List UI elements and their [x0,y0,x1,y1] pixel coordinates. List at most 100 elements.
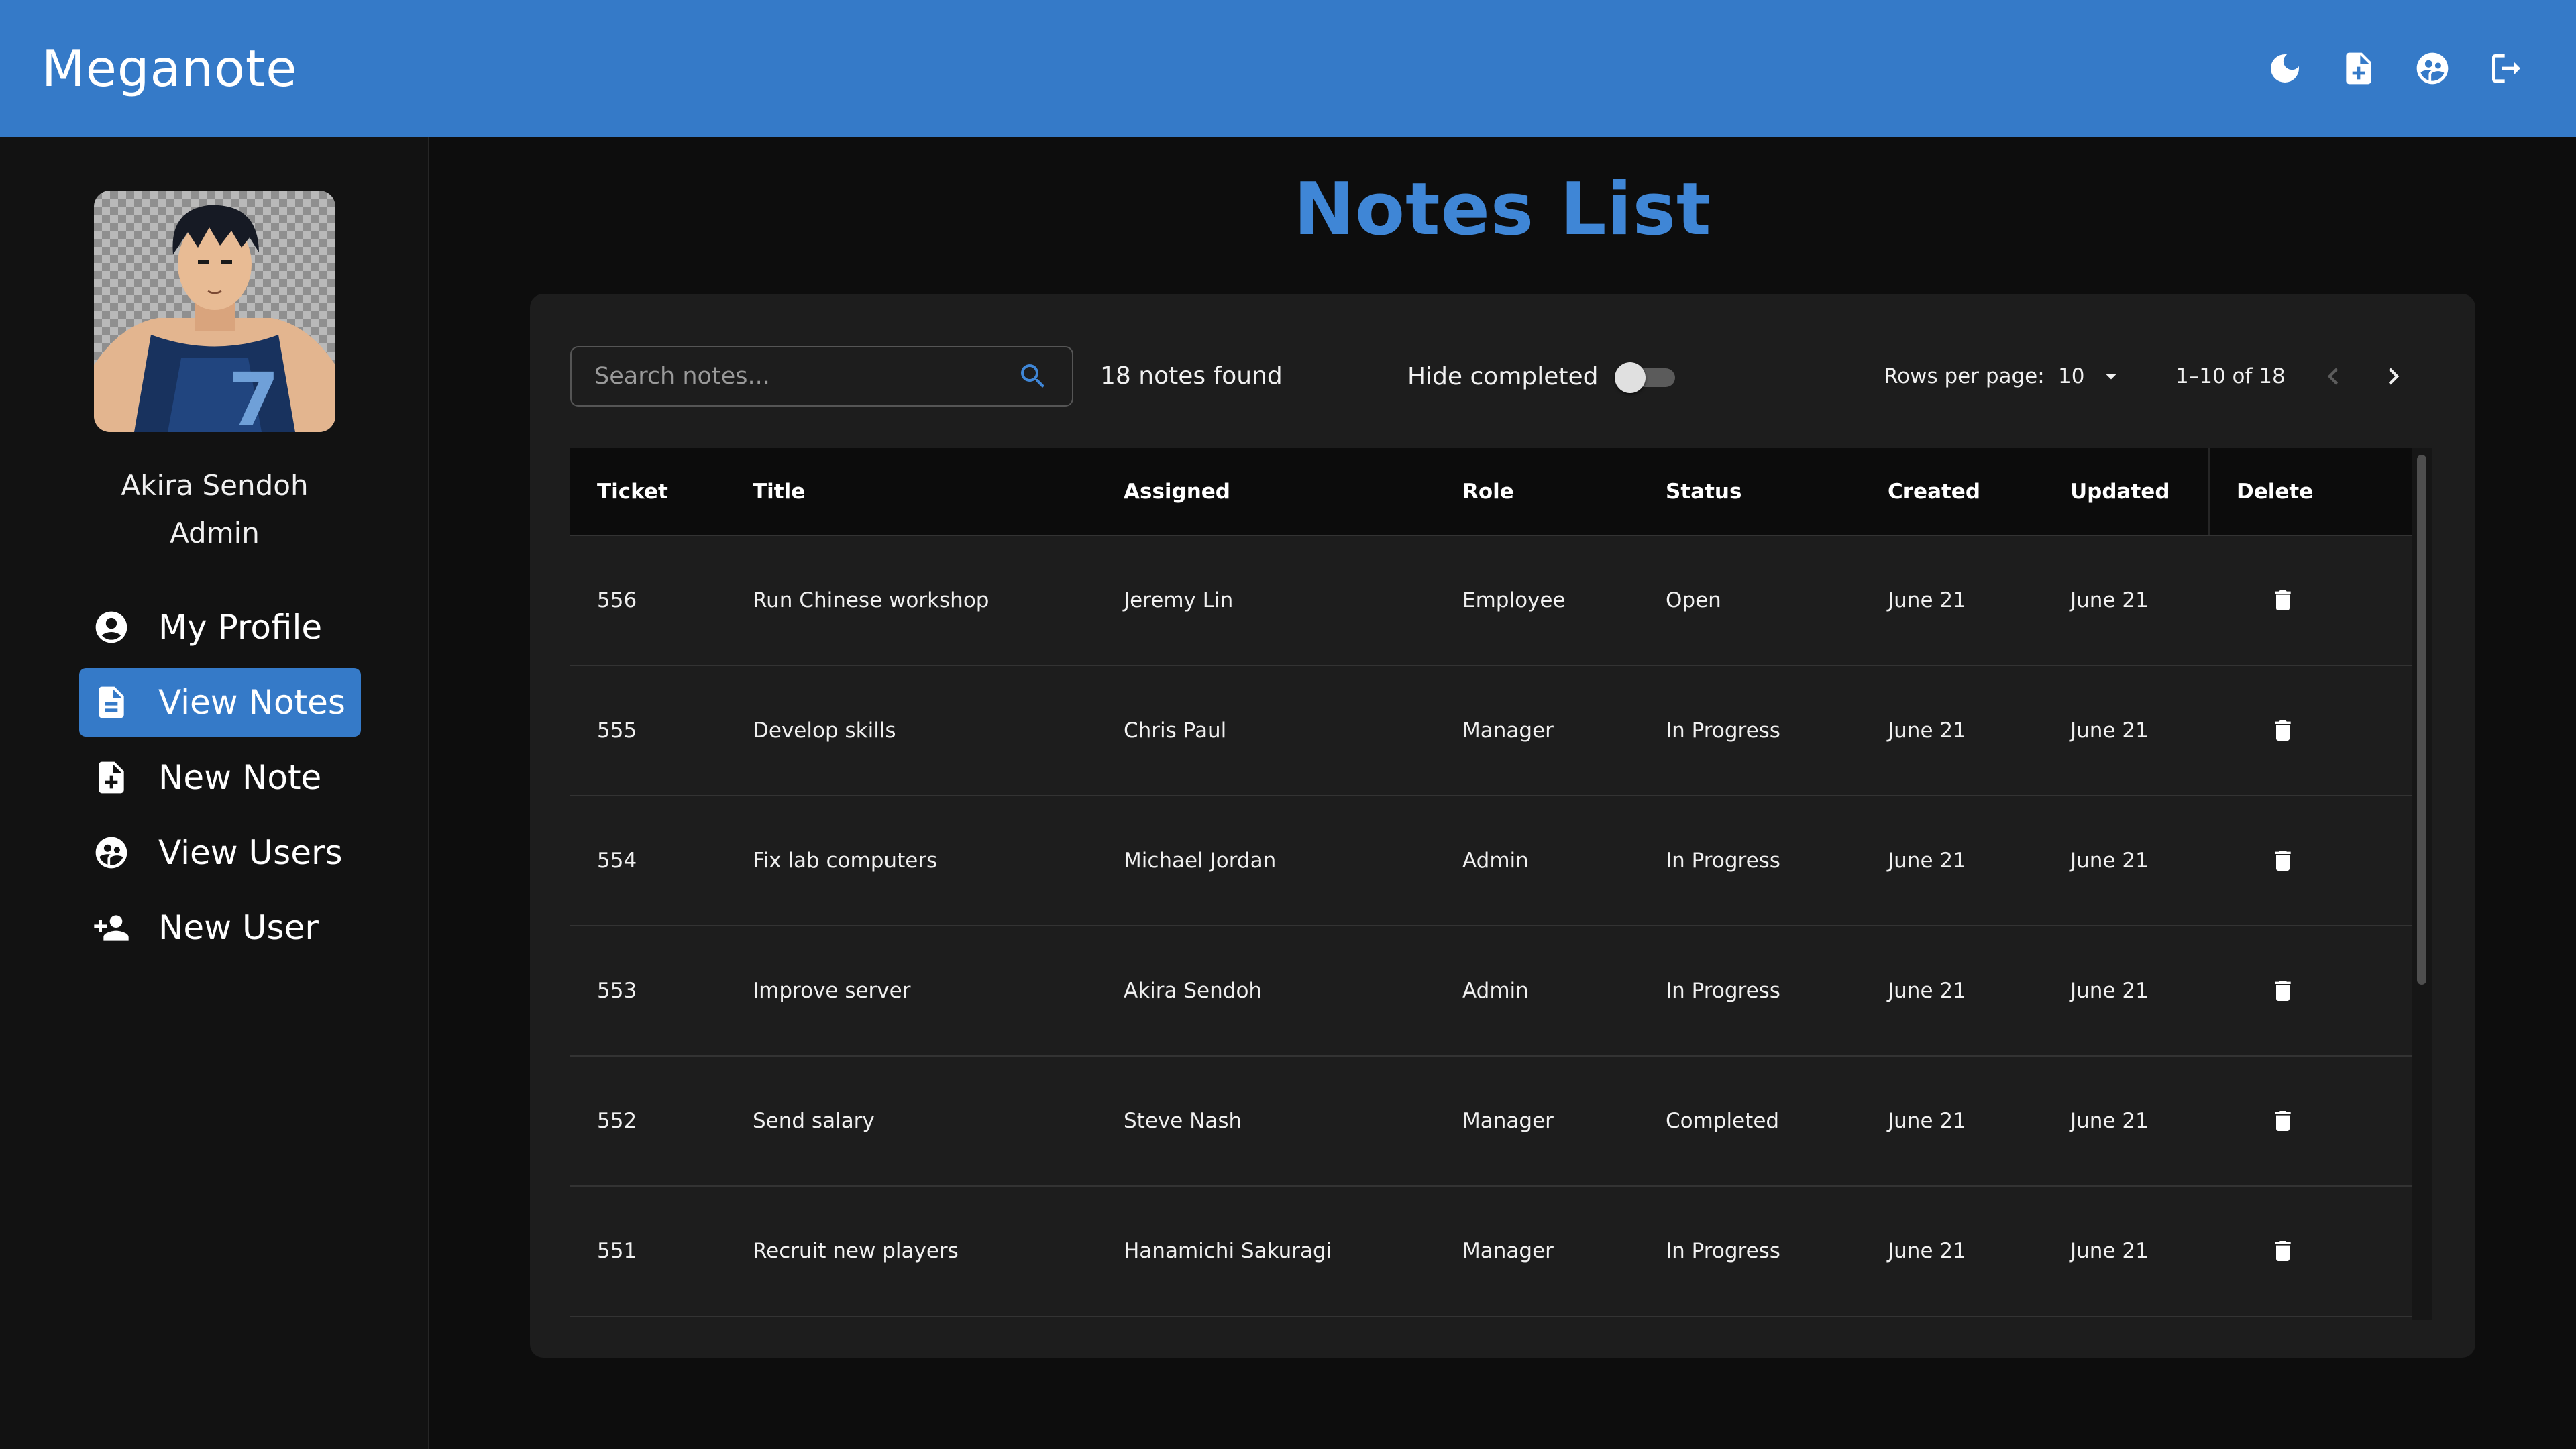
cell-role: Admin [1462,849,1529,873]
column-header-status[interactable]: Status [1639,448,1861,536]
notes-table: Ticket Title Assigned Role Status Create… [570,448,2412,1317]
table-header-row: Ticket Title Assigned Role Status Create… [570,448,2412,536]
column-header-delete: Delete [2208,448,2412,536]
table-row[interactable]: 554 Fix lab computers Michael Jordan Adm… [570,796,2412,926]
trash-icon [2275,981,2291,1001]
app-title[interactable]: Meganote [42,39,297,98]
note-add-icon [2346,52,2371,85]
delete-button[interactable] [2261,1230,2304,1273]
cell-status: In Progress [1666,979,1780,1003]
notes-card: 18 notes found Hide completed Rows per p… [530,294,2475,1358]
sidebar-item-new-note[interactable]: New Note [79,743,361,812]
trash-icon [2275,1241,2291,1261]
column-header-title[interactable]: Title [726,448,1097,536]
cell-delete [2209,665,2412,796]
cell-assigned: Michael Jordan [1124,849,1277,873]
cell-ticket: 553 [597,979,637,1003]
sidebar-nav: My Profile View Notes New Note View User… [79,593,361,969]
scrollbar-thumb[interactable] [2417,455,2426,985]
column-header-role[interactable]: Role [1436,448,1639,536]
cell-title: Recruit new players [753,1239,959,1263]
cell-assigned: Jeremy Lin [1124,588,1234,612]
table-row[interactable]: 556 Run Chinese workshop Jeremy Lin Empl… [570,535,2412,665]
hide-completed-toggle[interactable] [1614,356,1679,396]
app-bar: Meganote [0,0,2576,137]
user-role: Admin [170,517,260,549]
chevron-left-icon [2327,368,2339,385]
search-input[interactable] [594,363,1017,390]
toggle-thumb [1614,362,1646,393]
table-row[interactable]: 555 Develop skills Chris Paul Manager In… [570,665,2412,796]
sidebar-item-label: View Notes [158,683,345,722]
cell-assigned: Steve Nash [1124,1109,1242,1133]
delete-button[interactable] [2261,579,2304,622]
next-page-button[interactable] [2373,356,2414,397]
delete-button[interactable] [2261,839,2304,882]
delete-button[interactable] [2261,1099,2304,1142]
column-header-updated[interactable]: Updated [2043,448,2209,536]
table-row[interactable]: 552 Send salary Steve Nash Manager Compl… [570,1056,2412,1186]
table-row[interactable]: 551 Recruit new players Hanamichi Sakura… [570,1186,2412,1316]
table-row[interactable]: 553 Improve server Akira Sendoh Admin In… [570,926,2412,1056]
page-title: Notes List [1293,168,1712,252]
avatar: 7 [94,191,335,432]
delete-button[interactable] [2261,969,2304,1012]
cell-updated: June 21 [2070,1109,2149,1133]
delete-button[interactable] [2261,709,2304,752]
sidebar-item-label: New Note [158,758,322,797]
cell-delete [2209,1056,2412,1186]
cell-title: Fix lab computers [753,849,938,873]
cell-created: June 21 [1888,979,1966,1003]
app-bar-actions [2263,47,2534,90]
cell-created: June 21 [1888,849,1966,873]
column-header-assigned[interactable]: Assigned [1097,448,1436,536]
pagination-range: 1–10 of 18 [2176,364,2286,388]
cell-role: Manager [1462,1109,1554,1133]
sidebar-item-view-notes[interactable]: View Notes [79,668,361,737]
users-button[interactable] [2411,47,2454,90]
cell-updated: June 21 [2070,718,2149,743]
new-note-button[interactable] [2337,47,2380,90]
sidebar-item-view-users[interactable]: View Users [79,818,361,887]
cell-title: Develop skills [753,718,896,743]
sidebar-item-my-profile[interactable]: My Profile [79,593,361,661]
cell-title: Improve server [753,979,911,1003]
cell-role: Admin [1462,979,1529,1003]
rows-per-page-select[interactable]: 10 [2058,346,2123,407]
cell-updated: June 21 [2070,979,2149,1003]
sidebar-item-label: View Users [158,833,343,872]
cell-title: Run Chinese workshop [753,588,989,612]
search-icon[interactable] [1017,360,1049,392]
cell-ticket: 554 [597,849,637,873]
trash-icon [2275,720,2291,741]
cell-updated: June 21 [2070,1239,2149,1263]
sidebar-item-label: My Profile [158,608,323,647]
account-circle-icon [93,608,130,646]
trash-icon [2275,590,2291,610]
cell-created: June 21 [1888,718,1966,743]
previous-page-button[interactable] [2312,356,2354,397]
rows-per-page-label: Rows per page: [1884,364,2045,388]
cell-status: Completed [1666,1109,1780,1133]
sidebar-item-new-user[interactable]: New User [79,894,361,962]
cell-title: Send salary [753,1109,875,1133]
users-icon [93,834,130,871]
note-add-icon [93,759,130,796]
column-header-ticket[interactable]: Ticket [570,448,726,536]
cell-status: In Progress [1666,1239,1780,1263]
document-icon [93,684,130,721]
cell-status: In Progress [1666,718,1780,743]
cell-updated: June 21 [2070,588,2149,612]
column-header-created[interactable]: Created [1861,448,2043,536]
chevron-right-icon [2388,368,2400,385]
person-add-icon [93,909,130,947]
theme-toggle-button[interactable] [2263,47,2306,90]
hide-completed-control: Hide completed [1407,346,1679,407]
notes-found-count: 18 notes found [1100,362,1283,390]
moon-icon [2271,54,2299,83]
table-scrollbar[interactable] [2412,448,2432,1320]
logout-button[interactable] [2485,47,2528,90]
notes-toolbar: 18 notes found Hide completed Rows per p… [570,346,2442,407]
avatar-illustration: 7 [94,191,335,432]
cell-ticket: 551 [597,1239,637,1263]
